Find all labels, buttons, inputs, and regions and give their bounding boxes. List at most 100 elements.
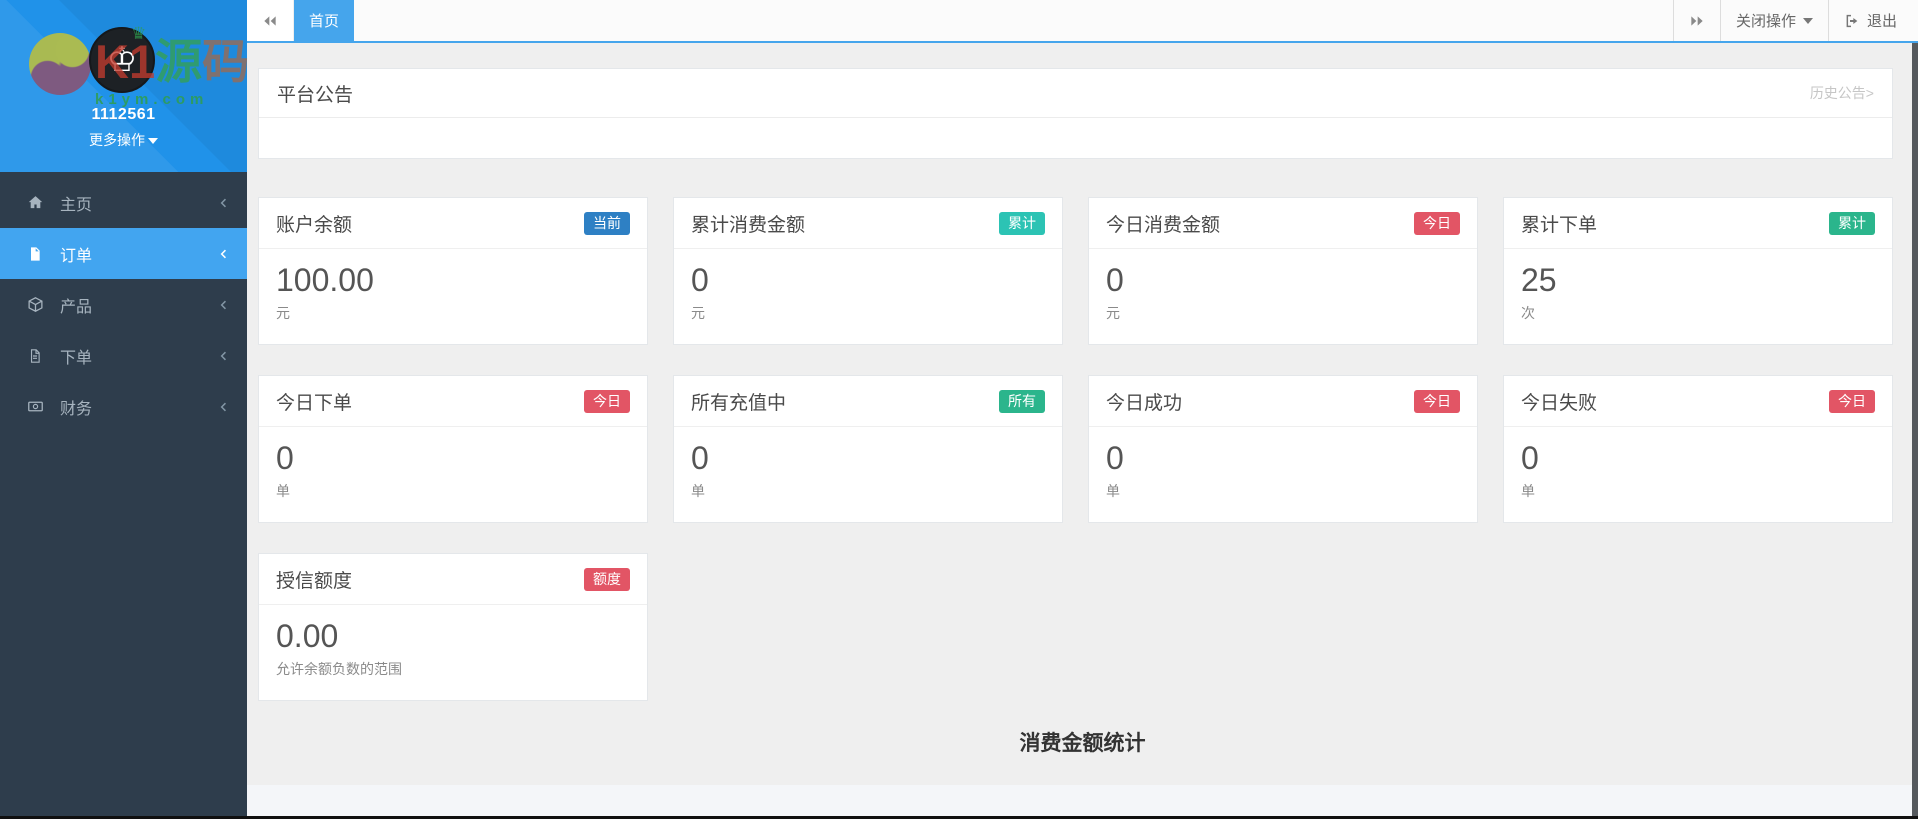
sidebar-header: ♔ 1112561 更多操作 [0, 0, 247, 172]
stat-card-body: 0 单 [259, 427, 647, 511]
stat-card-badge: 今日 [584, 389, 630, 414]
stat-card-unit: 单 [691, 482, 705, 499]
chart-area-placeholder [247, 785, 1918, 816]
announcement-panel: 平台公告 历史公告> [258, 68, 1893, 159]
double-chevron-right-icon [1691, 15, 1703, 26]
sidebar-item-file[interactable]: 下单 [0, 330, 247, 381]
stat-card-1: 账户余额 当前 100.00 元 [258, 197, 648, 345]
home-icon [27, 194, 48, 211]
stat-card-title: 累计消费金额 [691, 215, 806, 236]
stat-card-9: 授信额度 额度 0.00 允许余额负数的范围 [258, 553, 648, 701]
stat-card-unit: 单 [1521, 482, 1535, 499]
stat-card-title: 今日下单 [276, 393, 353, 414]
sidebar-item-label: 下单 [60, 349, 93, 367]
stat-card-value: 25 [1521, 262, 1557, 298]
stat-card-value: 100.00 [276, 262, 374, 298]
vertical-scrollbar[interactable] [1912, 43, 1918, 816]
sidebar-item-cube[interactable]: 产品 [0, 279, 247, 330]
stat-card-body: 100.00 元 [259, 249, 647, 333]
stat-card-badge: 所有 [999, 389, 1045, 414]
stat-card-value: 0 [1106, 262, 1124, 298]
stat-card-title: 所有充值中 [691, 393, 787, 414]
stat-card-4: 累计下单 累计 25 次 [1503, 197, 1893, 345]
sidebar-menu: 主页 订单 产品 下单 财务 [0, 172, 247, 432]
more-actions-dropdown[interactable]: 更多操作 [0, 130, 247, 150]
sidebar-item-money[interactable]: 财务 [0, 381, 247, 432]
close-actions-label: 关闭操作 [1735, 13, 1796, 30]
stat-cards-grid: 账户余额 当前 100.00 元 累计消费金额 累计 0 元 今日消费金额 今日… [258, 197, 1893, 701]
tabs-scroll-left-button[interactable] [247, 0, 294, 41]
stat-card-6: 所有充值中 所有 0 单 [673, 375, 1063, 523]
stat-card-badge: 累计 [999, 211, 1045, 236]
announcement-title: 平台公告 [277, 84, 354, 106]
sidebar-item-label: 主页 [60, 196, 93, 214]
stat-card-body: 0 单 [674, 427, 1062, 511]
chevron-left-icon [217, 400, 231, 414]
stat-card-header: 今日失败 今日 [1504, 376, 1892, 427]
stat-card-title: 今日成功 [1106, 393, 1183, 414]
sidebar: ♔ 1112561 更多操作 主页 订单 产品 下单 财务 [0, 0, 247, 816]
brand-logo [29, 33, 91, 95]
stat-card-badge: 今日 [1414, 389, 1460, 414]
stat-card-unit: 元 [276, 304, 290, 321]
double-chevron-left-icon [264, 15, 276, 26]
crown-icon: ♔ [106, 41, 138, 79]
logout-label: 退出 [1866, 13, 1897, 30]
stat-card-8: 今日失败 今日 0 单 [1503, 375, 1893, 523]
stat-card-badge: 累计 [1829, 211, 1875, 236]
chevron-left-icon [217, 247, 231, 261]
stat-card-badge: 今日 [1829, 389, 1875, 414]
close-actions-dropdown[interactable]: 关闭操作 [1719, 0, 1828, 41]
stat-card-value: 0 [1521, 440, 1539, 476]
chevron-left-icon [217, 349, 231, 363]
stat-card-header: 今日消费金额 今日 [1089, 198, 1477, 249]
tab-home-label: 首页 [308, 13, 339, 30]
sidebar-item-home[interactable]: 主页 [0, 177, 247, 228]
chevron-left-icon [217, 298, 231, 312]
logout-button[interactable]: 退出 [1827, 0, 1912, 41]
stat-card-body: 0 元 [674, 249, 1062, 333]
stat-card-header: 账户余额 当前 [259, 198, 647, 249]
stat-card-7: 今日成功 今日 0 单 [1088, 375, 1478, 523]
topbar-right-group: 关闭操作 退出 [1672, 0, 1912, 41]
stat-card-badge: 今日 [1414, 211, 1460, 236]
stat-card-2: 累计消费金额 累计 0 元 [673, 197, 1063, 345]
announcement-header: 平台公告 历史公告> [259, 69, 1892, 118]
stat-card-header: 今日下单 今日 [259, 376, 647, 427]
stat-card-body: 25 次 [1504, 249, 1892, 333]
stat-card-unit: 次 [1521, 304, 1535, 321]
stat-card-body: 0 单 [1089, 427, 1477, 511]
sidebar-item-file-text[interactable]: 订单 [0, 228, 247, 279]
stat-card-badge: 当前 [584, 211, 630, 236]
money-icon [27, 398, 48, 415]
tabs-scroll-right-button[interactable] [1672, 0, 1720, 41]
tab-home[interactable]: 首页 [294, 0, 354, 41]
main-content: 平台公告 历史公告> 账户余额 当前 100.00 元 累计消费金额 累计 0 … [247, 43, 1918, 816]
stat-card-value: 0 [691, 262, 709, 298]
stat-card-unit: 元 [691, 304, 705, 321]
more-actions-label: 更多操作 [89, 132, 145, 148]
stat-card-header: 累计消费金额 累计 [674, 198, 1062, 249]
avatar[interactable]: ♔ [89, 27, 155, 93]
stat-card-unit: 单 [1106, 482, 1120, 499]
stat-card-body: 0.00 允许余额负数的范围 [259, 605, 647, 689]
sidebar-item-label: 财务 [60, 400, 93, 418]
topbar: 首页 关闭操作 退出 [247, 0, 1918, 43]
file-text-icon [27, 246, 48, 262]
stats-heading: 消费金额统计 [1019, 732, 1146, 755]
history-announcements-link[interactable]: 历史公告> [1810, 83, 1874, 103]
cube-icon [27, 296, 48, 313]
user-id: 1112561 [91, 106, 156, 123]
stat-card-value: 0 [276, 440, 294, 476]
stat-card-body: 0 元 [1089, 249, 1477, 333]
stat-card-value: 0 [691, 440, 709, 476]
stat-card-unit: 允许余额负数的范围 [276, 660, 402, 677]
stat-card-title: 今日失败 [1521, 393, 1598, 414]
stat-card-title: 授信额度 [276, 571, 353, 592]
stat-card-title: 今日消费金额 [1106, 215, 1221, 236]
stat-card-5: 今日下单 今日 0 单 [258, 375, 648, 523]
stat-card-unit: 元 [1106, 304, 1120, 321]
stat-card-title: 累计下单 [1521, 215, 1598, 236]
stat-card-header: 所有充值中 所有 [674, 376, 1062, 427]
